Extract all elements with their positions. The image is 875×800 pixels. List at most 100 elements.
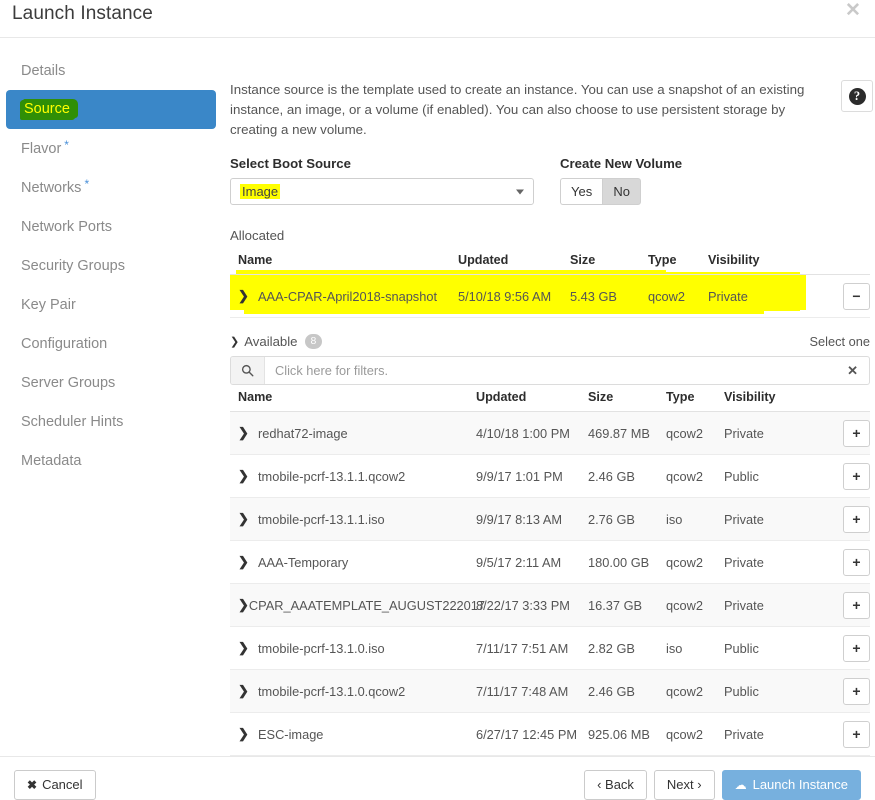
close-icon[interactable]: ✕ [841, 0, 865, 24]
cell-name: tmobile-pcrf-13.1.0.iso [258, 640, 385, 656]
sidebar-item-label: Network Ports [21, 218, 113, 235]
available-label: Available [244, 334, 298, 349]
expand-row-icon[interactable]: ❯ [238, 425, 258, 441]
cell-name: CPAR_AAATEMPLATE_AUGUST222017 [248, 597, 486, 613]
create-volume-yes[interactable]: Yes [560, 178, 603, 205]
cell-updated: 7/11/17 7:48 AM [476, 669, 588, 713]
cell-name: tmobile-pcrf-13.1.1.iso [258, 511, 385, 527]
cell-visibility: Private [724, 712, 798, 756]
cell-visibility: Public [724, 669, 798, 713]
step-description: Instance source is the template used to … [230, 82, 805, 137]
cancel-button[interactable]: ✖ Cancel [14, 769, 96, 800]
expand-row-icon[interactable]: ❯ [238, 468, 258, 484]
column-header-visibility: Visibility [708, 248, 796, 275]
sidebar-item-label: Key Pair [21, 296, 76, 313]
cell-size: 180.00 GB [588, 540, 666, 584]
table-row[interactable]: ❯ ESC-image 6/27/17 12:45 PM 925.06 MB qc… [230, 712, 870, 756]
table-row[interactable]: ❯ tmobile-pcrf-13.1.1.qcow2 9/9/17 1:01 P… [230, 454, 870, 498]
table-row[interactable]: ❯ AAA-Temporary 9/5/17 2:11 AM 180.00 GB … [230, 540, 870, 584]
cell-type: iso [666, 626, 724, 670]
cell-updated: 5/10/18 9:56 AM [458, 274, 570, 318]
table-row[interactable]: ❯ redhat72-image 4/10/18 1:00 PM 469.87 M… [230, 411, 870, 455]
table-row[interactable]: ❯ AAA-CPAR-April2018-snapshot 5/10/18 9:… [230, 274, 870, 318]
expand-row-icon[interactable]: ❯ [238, 597, 249, 613]
cell-size: 2.46 GB [588, 454, 666, 498]
allocate-button[interactable]: + [843, 677, 870, 705]
table-header-row: Name Updated Size Type Visibility [230, 385, 870, 412]
cell-size: 925.06 MB [588, 712, 666, 756]
sidebar-item-metadata[interactable]: Metadata [6, 441, 216, 480]
filter-bar: ✕ [230, 356, 870, 385]
dialog-footer: ✖ Cancel ‹ Back Next › ☁ Launch Instance [0, 757, 875, 800]
sidebar-item-networks[interactable]: Networks * [6, 168, 216, 207]
expand-row-icon[interactable]: ❯ [238, 640, 258, 656]
boot-source-select[interactable]: Image [230, 178, 534, 205]
cell-updated: 4/10/18 1:00 PM [476, 411, 588, 455]
sidebar-item-source[interactable]: Source [6, 90, 216, 129]
sidebar-item-network-ports[interactable]: Network Ports [6, 207, 216, 246]
cancel-label: Cancel [42, 777, 83, 792]
allocate-button[interactable]: + [843, 591, 870, 619]
launch-instance-button[interactable]: ☁ Launch Instance [721, 769, 861, 800]
create-volume-no[interactable]: No [602, 178, 642, 205]
deallocate-button[interactable]: − [843, 282, 870, 310]
table-row[interactable]: ❯ tmobile-pcrf-13.1.0.qcow2 7/11/17 7:48 … [230, 669, 870, 713]
table-row[interactable]: ❯ tmobile-pcrf-13.1.0.iso 7/11/17 7:51 AM… [230, 626, 870, 670]
expand-row-icon[interactable]: ❯ [238, 554, 258, 570]
column-header-name: Name [230, 385, 476, 412]
sidebar-item-details[interactable]: Details [6, 51, 216, 90]
sidebar-item-security-groups[interactable]: Security Groups [6, 246, 216, 285]
sidebar-item-label: Networks [21, 179, 82, 196]
cell-visibility: Private [724, 411, 798, 455]
cell-type: qcow2 [666, 669, 724, 713]
column-header-name: Name [230, 248, 458, 275]
help-button[interactable]: ? [841, 80, 873, 112]
cell-name: tmobile-pcrf-13.1.1.qcow2 [258, 468, 406, 484]
expand-row-icon[interactable]: ❯ [238, 511, 258, 527]
sidebar-item-flavor[interactable]: Flavor * [6, 129, 216, 168]
available-table-body: ❯ redhat72-image 4/10/18 1:00 PM 469.87 M… [230, 411, 870, 756]
select-one-hint: Select one [809, 334, 870, 349]
table-row[interactable]: ❯ CPAR_AAATEMPLATE_AUGUST222017 8/22/17 3… [230, 583, 870, 627]
sidebar-item-scheduler-hints[interactable]: Scheduler Hints [6, 402, 216, 441]
allocate-button[interactable]: + [843, 419, 870, 447]
back-button[interactable]: ‹ Back [584, 769, 647, 800]
cell-visibility: Private [724, 540, 798, 584]
required-marker: * [84, 176, 90, 191]
allocate-button[interactable]: + [843, 462, 870, 490]
sidebar-item-configuration[interactable]: Configuration [6, 324, 216, 363]
allocate-button[interactable]: + [843, 634, 870, 662]
clear-filter-icon[interactable]: ✕ [836, 363, 869, 379]
cell-type: qcow2 [666, 583, 724, 627]
cell-visibility: Public [724, 454, 798, 498]
sidebar-item-label: Server Groups [21, 374, 116, 391]
cell-name: ESC-image [258, 726, 324, 742]
table-row[interactable]: ❯ tmobile-pcrf-13.1.1.iso 9/9/17 8:13 AM … [230, 497, 870, 541]
boot-source-value: Image [240, 184, 281, 199]
boot-source-group: Select Boot Source Image [230, 156, 534, 205]
create-volume-toggle: Yes No [560, 178, 682, 205]
expand-row-icon[interactable]: ❯ [238, 726, 258, 742]
allocate-button[interactable]: + [843, 505, 870, 533]
cell-size: 469.87 MB [588, 411, 666, 455]
search-input[interactable] [265, 362, 837, 379]
boot-source-label: Select Boot Source [230, 156, 351, 171]
sidebar-item-label: Security Groups [21, 257, 125, 274]
search-icon [231, 357, 265, 384]
cell-type: qcow2 [666, 454, 724, 498]
cell-name: AAA-Temporary [258, 554, 349, 570]
dialog-body: Details Source Flavor * Networks * Netwo… [0, 38, 875, 757]
allocate-button[interactable]: + [843, 720, 870, 748]
sidebar-item-key-pair[interactable]: Key Pair [6, 285, 216, 324]
sidebar-item-server-groups[interactable]: Server Groups [6, 363, 216, 402]
chevron-down-icon[interactable]: ❯ [230, 335, 239, 348]
allocate-button[interactable]: + [843, 548, 870, 576]
available-table: Name Updated Size Type Visibility ❯ redha… [230, 385, 870, 756]
cell-updated: 9/9/17 1:01 PM [476, 454, 588, 498]
cell-size: 16.37 GB [588, 583, 666, 627]
page-title: Launch Instance [12, 3, 153, 24]
expand-row-icon[interactable]: ❯ [238, 683, 258, 699]
next-button[interactable]: Next › [653, 769, 715, 800]
expand-row-icon[interactable]: ❯ [238, 288, 258, 304]
allocated-table-wrapper: Name Updated Size Type Visibility ❯ AAA-… [230, 248, 870, 318]
